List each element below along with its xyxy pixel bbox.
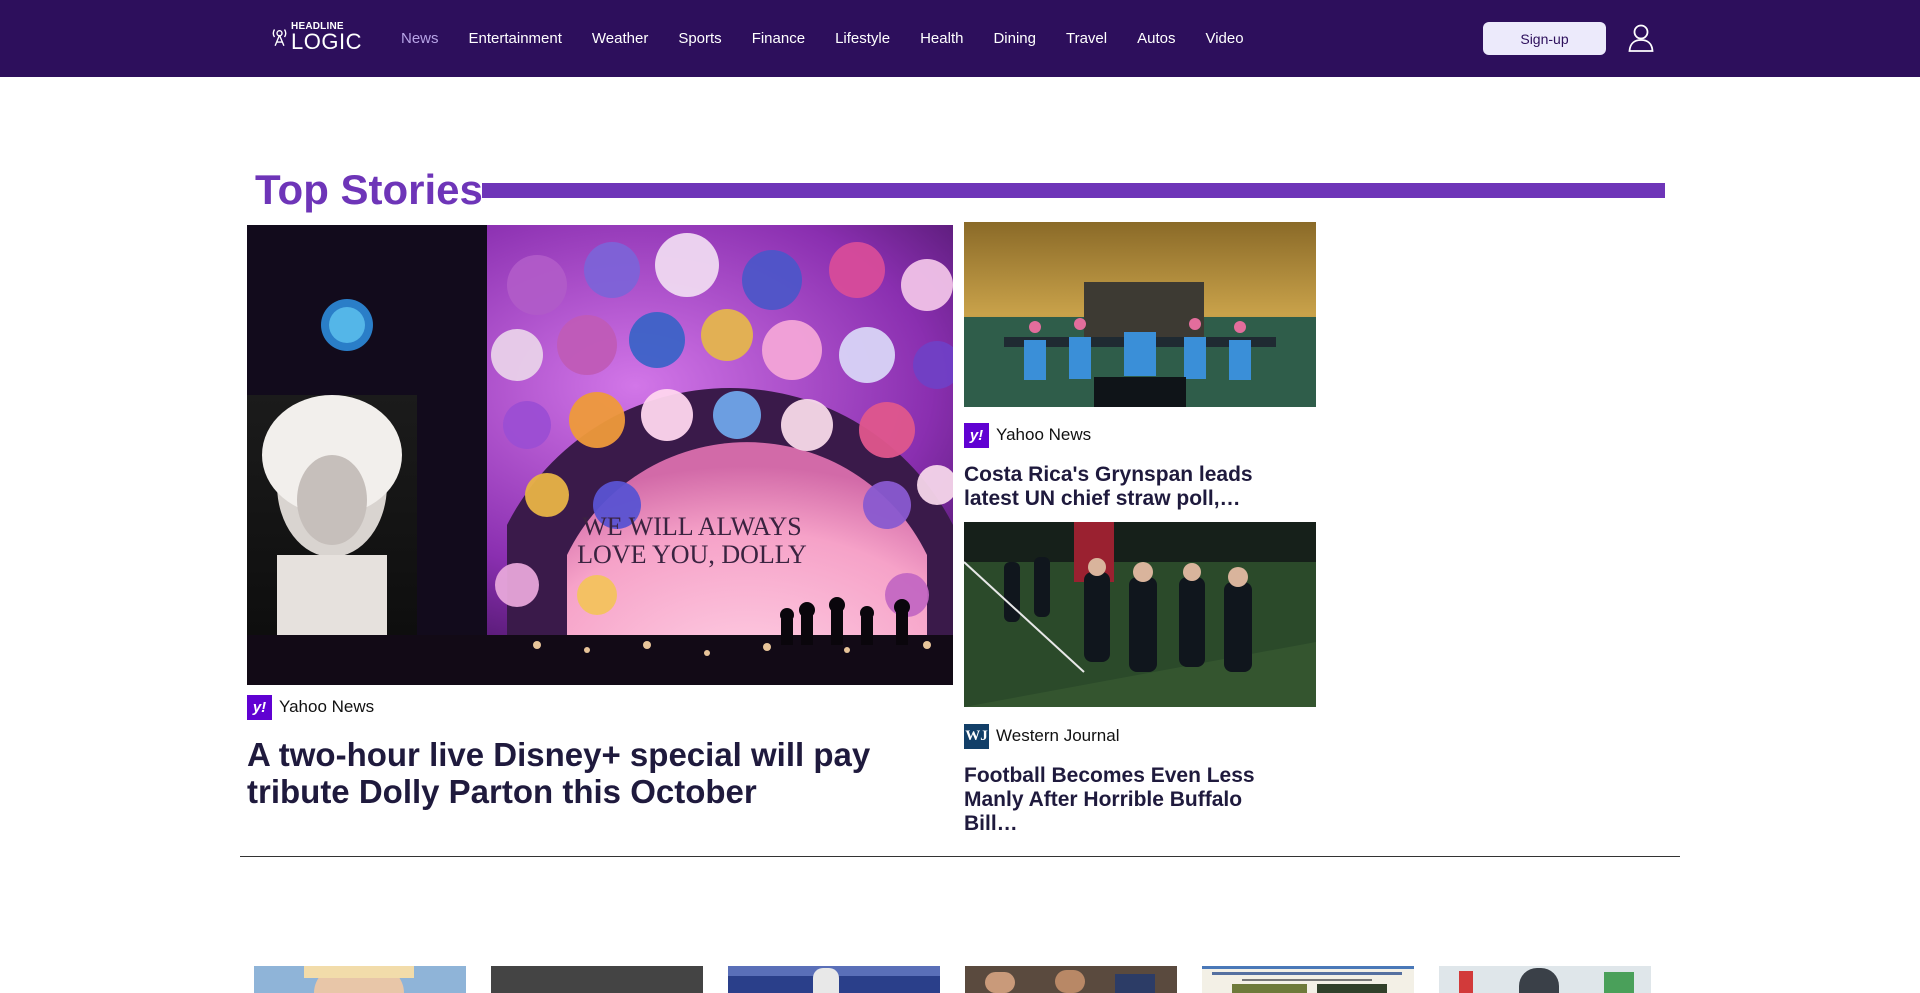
signup-button[interactable]: Sign-up: [1483, 22, 1606, 55]
image-caption-line1: WE WILL ALWAYS: [582, 512, 802, 541]
main-story-headline[interactable]: A two-hour live Disney+ special will pay…: [247, 736, 947, 810]
source-name: Yahoo News: [996, 425, 1092, 444]
user-account-icon[interactable]: [1628, 24, 1654, 52]
radio-tower-icon: [272, 29, 287, 47]
side-story-1-source[interactable]: y! Yahoo News: [964, 422, 1091, 448]
nav-item-news[interactable]: News: [401, 28, 439, 50]
section-title-top-stories: Top Stories: [255, 166, 483, 213]
side-story-1-image[interactable]: [964, 222, 1316, 407]
logo-bottom-word: LOGIC: [291, 28, 362, 54]
nav-item-health[interactable]: Health: [920, 28, 963, 50]
nav-item-finance[interactable]: Finance: [752, 28, 805, 50]
nav-item-entertainment[interactable]: Entertainment: [469, 28, 562, 50]
western-journal-logo-icon: WJ: [964, 723, 989, 749]
main-nav: News Entertainment Weather Sports Financ…: [401, 28, 1274, 50]
nav-item-dining[interactable]: Dining: [993, 28, 1036, 50]
more-story-thumbnail-1[interactable]: [254, 966, 466, 993]
image-caption-line2: LOVE YOU, DOLLY: [577, 540, 807, 569]
logo-wordmark: HEADLINE LOGIC: [291, 21, 362, 54]
yahoo-logo-icon: y!: [964, 422, 989, 448]
nav-item-travel[interactable]: Travel: [1066, 28, 1107, 50]
side-story-2-image[interactable]: [964, 522, 1316, 707]
nav-item-weather[interactable]: Weather: [592, 28, 648, 50]
source-name: Western Journal: [996, 726, 1120, 745]
nav-item-video[interactable]: Video: [1205, 28, 1243, 50]
more-story-thumbnail-5[interactable]: [1202, 966, 1414, 993]
site-logo[interactable]: HEADLINE LOGIC: [272, 20, 362, 54]
section-title-accent-bar: [482, 183, 1665, 198]
more-story-thumbnail-3[interactable]: [728, 966, 940, 993]
side-story-1-headline[interactable]: Costa Rica's Grynspan leads latest UN ch…: [964, 463, 1294, 511]
source-name: Yahoo News: [279, 697, 375, 716]
more-story-thumbnail-2[interactable]: [491, 966, 703, 993]
main-story-source[interactable]: y! Yahoo News: [247, 694, 374, 720]
nav-item-autos[interactable]: Autos: [1137, 28, 1175, 50]
main-story-image[interactable]: WE WILL ALWAYS LOVE YOU, DOLLY: [247, 225, 953, 685]
side-story-2-source[interactable]: WJ Western Journal: [964, 723, 1119, 749]
top-nav-bar: HEADLINE LOGIC News Entertainment Weathe…: [0, 0, 1920, 77]
more-story-thumbnail-6[interactable]: [1439, 966, 1651, 993]
nav-item-sports[interactable]: Sports: [678, 28, 721, 50]
nav-item-lifestyle[interactable]: Lifestyle: [835, 28, 890, 50]
more-story-thumbnail-4[interactable]: [965, 966, 1177, 993]
section-divider: [240, 856, 1680, 857]
yahoo-logo-icon: y!: [247, 694, 272, 720]
side-story-2-headline[interactable]: Football Becomes Even Less Manly After H…: [964, 764, 1294, 836]
